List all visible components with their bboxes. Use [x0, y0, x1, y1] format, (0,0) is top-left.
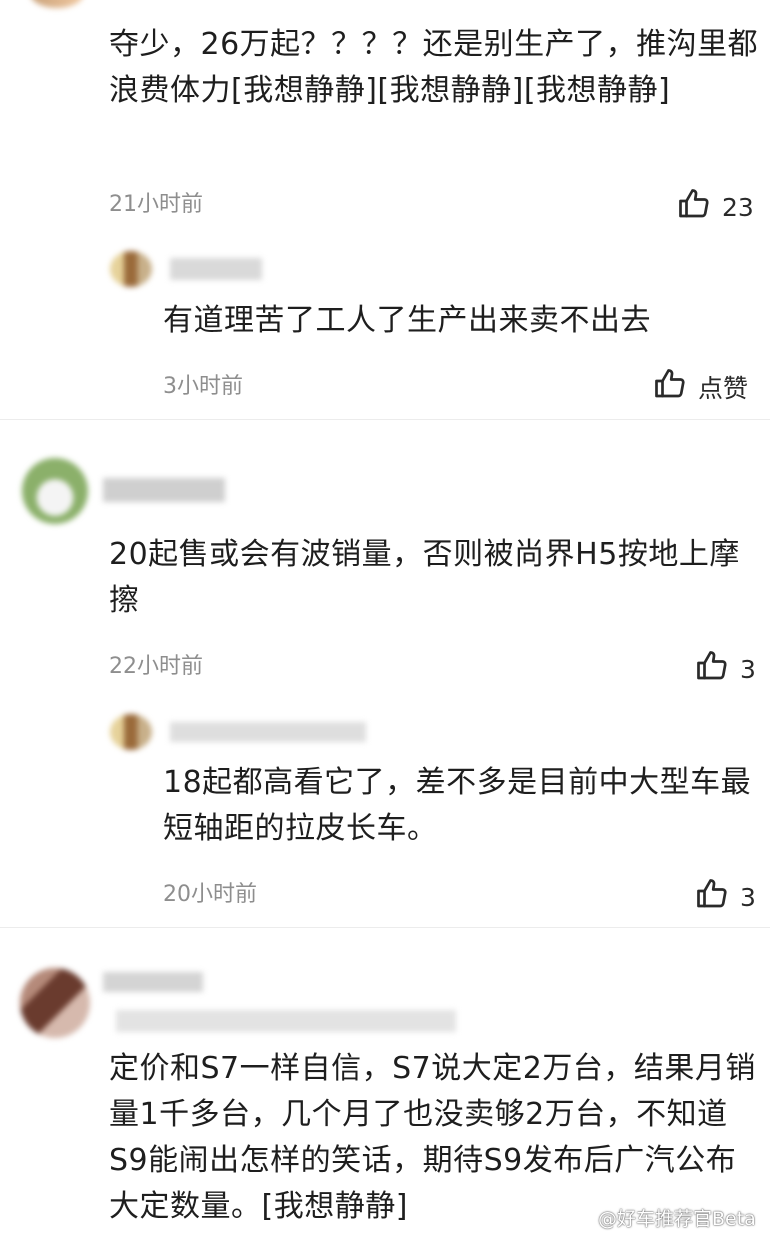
divider [0, 419, 770, 420]
reply-avatar[interactable] [110, 251, 152, 287]
like-button[interactable]: 3 [694, 876, 756, 918]
comment-text: 20起售或会有波销量，否则被尚界H5按地上摩擦 [109, 537, 740, 618]
like-button[interactable]: 3 [694, 648, 756, 690]
comment-time: 22小时前 [109, 654, 203, 679]
comment-text: 定价和S7一样自信，S7说大定2万台，结果月销量1千多台，几个月了也没卖够2万台… [109, 1051, 756, 1224]
reply-time: 20小时前 [163, 882, 257, 907]
like-count: 3 [740, 654, 756, 684]
reply-time: 3小时前 [163, 374, 243, 399]
comment-time: 21小时前 [109, 192, 203, 217]
reply-text: 18起都高看它了，差不多是目前中大型车最短轴距的拉皮长车。 [163, 765, 752, 846]
thumbs-up-icon [652, 366, 688, 408]
divider [0, 927, 770, 928]
like-count: 23 [722, 192, 754, 222]
avatar[interactable] [22, 458, 88, 524]
like-button[interactable]: 点赞 [652, 366, 748, 408]
like-count: 3 [740, 882, 756, 912]
user-badge [116, 1010, 456, 1032]
reply-text: 有道理苦了工人了生产出来卖不出去 [163, 303, 651, 338]
reply-username[interactable] [170, 722, 366, 742]
like-button[interactable]: 23 [676, 186, 754, 228]
thumbs-up-icon [676, 186, 712, 228]
username[interactable] [103, 972, 203, 992]
avatar[interactable] [20, 968, 90, 1038]
avatar[interactable] [30, 0, 84, 8]
reply-avatar[interactable] [110, 714, 152, 750]
thumbs-up-icon [694, 876, 730, 918]
comment-text: 夺少，26万起？？？？还是别生产了，推沟里都浪费体力[我想静静][我想静静][我… [109, 27, 759, 108]
thumbs-up-icon [694, 648, 730, 690]
watermark: @好车推荐官Beta [598, 1208, 756, 1230]
like-label: 点赞 [698, 374, 749, 403]
reply-username[interactable] [170, 258, 262, 280]
username[interactable] [103, 478, 225, 502]
